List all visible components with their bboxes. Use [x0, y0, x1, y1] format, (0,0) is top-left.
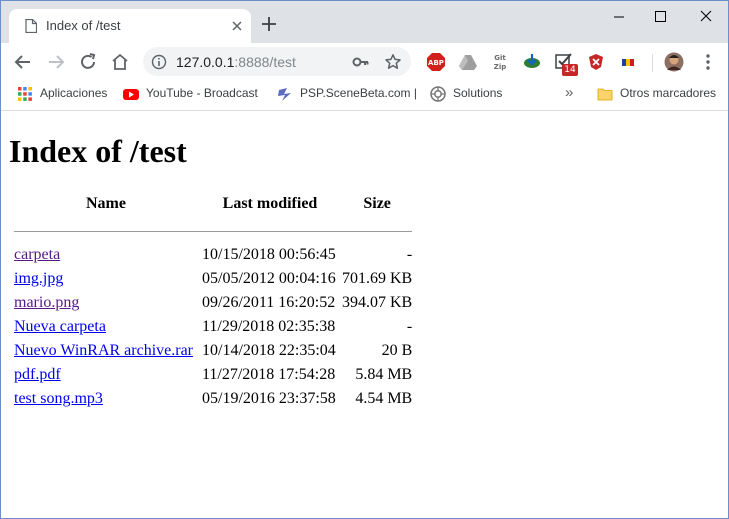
last-modified-cell: 11/27/2018 17:54:28 [202, 366, 336, 383]
column-header-size[interactable]: Size [341, 190, 413, 218]
size-cell: 394.07 KB [342, 294, 413, 311]
size-cell: 4.54 MB [355, 390, 413, 407]
gitzip-icon[interactable]: Git Zip [490, 52, 510, 72]
svg-text:ABP: ABP [428, 59, 444, 67]
table-row: pdf.pdf 11/27/2018 17:54:28 5.84 MB [13, 364, 413, 386]
bookmark-label: Solutions [453, 86, 503, 100]
file-name-cell: mario.png [13, 292, 199, 314]
forward-arrow-icon[interactable] [46, 52, 66, 72]
file-name-cell: img.jpg [13, 268, 199, 290]
home-icon[interactable] [110, 52, 130, 72]
last-modified-cell: 09/26/2011 16:20:52 [202, 294, 336, 311]
table-row: carpeta 10/15/2018 00:56:45 - [13, 244, 413, 266]
bookmark-psp-scenebeta[interactable]: PSP.SceneBeta.com | [277, 85, 417, 103]
maximize-icon[interactable] [645, 7, 675, 27]
key-icon[interactable] [352, 54, 370, 70]
file-link[interactable]: pdf.pdf [14, 366, 61, 383]
bookmarks-overflow-chevron[interactable]: » [565, 84, 573, 101]
new-tab-icon[interactable] [260, 15, 278, 33]
adblock-plus-icon[interactable]: ABP [426, 52, 446, 72]
download-manager-icon[interactable] [522, 52, 542, 72]
bookmark-label: Aplicaciones [40, 86, 108, 100]
table-row: Nuevo WinRAR archive.rar 10/14/2018 22:35… [13, 340, 413, 362]
bookmark-label: PSP.SceneBeta.com | [300, 86, 417, 100]
info-icon[interactable] [151, 54, 167, 70]
column-header-last-modified[interactable]: Last modified [201, 190, 339, 218]
url-text[interactable]: 127.0.0.1:8888/test [176, 54, 296, 70]
last-modified-cell: 11/29/2018 02:35:38 [202, 318, 336, 335]
other-bookmarks-folder[interactable]: Otros marcadores [597, 85, 721, 103]
youtube-icon [123, 89, 139, 100]
reload-icon[interactable] [78, 52, 98, 72]
profile-avatar-icon[interactable] [664, 52, 684, 72]
directory-listing: Name Last modified Size carpeta 10/15/201… [11, 188, 415, 412]
page-content: Index of /test Name Last modified Size c… [1, 111, 728, 518]
solutions-icon [430, 86, 446, 102]
close-window-icon[interactable] [691, 7, 721, 27]
psp-scenebeta-icon [278, 88, 291, 101]
url-host: 127.0.0.1 [176, 54, 235, 70]
size-cell: 5.84 MB [355, 366, 413, 383]
size-cell: - [406, 246, 413, 263]
file-name-cell: pdf.pdf [13, 364, 199, 386]
file-link[interactable]: carpeta [14, 246, 60, 263]
last-modified-cell: 05/05/2012 00:04:16 [202, 270, 336, 287]
address-bar[interactable]: 127.0.0.1:8888/test [143, 47, 411, 76]
file-link[interactable]: test song.mp3 [14, 390, 103, 407]
back-arrow-icon[interactable] [13, 52, 33, 72]
file-name-cell: Nueva carpeta [13, 316, 199, 338]
url-path: :8888/test [234, 54, 296, 70]
close-tab-icon[interactable] [229, 18, 245, 34]
browser-tab[interactable]: Index of /test [9, 9, 251, 43]
file-link[interactable]: mario.png [14, 294, 79, 311]
tab-strip: Index of /test [1, 1, 728, 43]
page-title: Index of /test [9, 133, 187, 169]
last-modified-cell: 10/14/2018 22:35:04 [202, 342, 336, 359]
file-link[interactable]: Nuevo WinRAR archive.rar [14, 342, 193, 359]
size-cell: 701.69 KB [342, 270, 413, 287]
document-icon [25, 19, 37, 33]
bookmark-star-icon[interactable] [384, 53, 402, 71]
shield-extension-icon[interactable] [586, 52, 606, 72]
toolbar-separator [652, 54, 653, 72]
size-cell: 20 B [381, 342, 413, 359]
bookmark-aplicaciones[interactable]: Aplicaciones [17, 85, 113, 103]
bookmarks-bar: Aplicaciones YouTube - Broadcast PSP.Sce… [1, 79, 728, 111]
bookmark-youtube[interactable]: YouTube - Broadcast [123, 85, 263, 103]
table-row: test song.mp3 05/19/2016 23:37:58 4.54 MB [13, 388, 413, 410]
extension-badge: 14 [562, 64, 578, 76]
apps-grid-icon [18, 87, 32, 101]
google-drive-icon[interactable] [458, 52, 478, 72]
column-header-name[interactable]: Name [13, 190, 199, 218]
svg-text:Git: Git [494, 54, 506, 62]
tab-title: Index of /test [46, 18, 121, 33]
size-cell: - [406, 318, 413, 335]
last-modified-cell: 05/19/2016 23:37:58 [202, 390, 336, 407]
browser-window: Index of /test 127.0.0.1:8888/test ABP G… [0, 0, 729, 519]
last-modified-cell: 10/15/2018 00:56:45 [202, 246, 336, 263]
folder-icon [597, 88, 613, 101]
header-divider [13, 220, 413, 242]
minimize-icon[interactable] [604, 7, 634, 27]
file-link[interactable]: Nueva carpeta [14, 318, 106, 335]
browser-toolbar: 127.0.0.1:8888/test ABP Git Zip 14 [1, 43, 728, 79]
listing-body: carpeta 10/15/2018 00:56:45 - img.jpg 05/05/… [13, 244, 413, 410]
file-link[interactable]: img.jpg [14, 270, 63, 287]
file-name-cell: carpeta [13, 244, 199, 266]
svg-text:Zip: Zip [494, 63, 507, 71]
bookmark-solutions[interactable]: Solutions [430, 85, 520, 103]
listing-header-row: Name Last modified Size [13, 190, 413, 218]
table-row: Nueva carpeta 11/29/2018 02:35:38 - [13, 316, 413, 338]
table-row: img.jpg 05/05/2012 00:04:16 701.69 KB [13, 268, 413, 290]
file-name-cell: test song.mp3 [13, 388, 199, 410]
file-name-cell: Nuevo WinRAR archive.rar [13, 340, 199, 362]
bookmark-label: YouTube - Broadcast [146, 86, 258, 100]
table-row: mario.png 09/26/2011 16:20:52 394.07 KB [13, 292, 413, 314]
more-menu-icon[interactable] [698, 52, 718, 72]
header-divider-row [13, 220, 413, 242]
flag-extension-icon[interactable] [618, 52, 638, 72]
bookmark-label: Otros marcadores [620, 86, 717, 100]
